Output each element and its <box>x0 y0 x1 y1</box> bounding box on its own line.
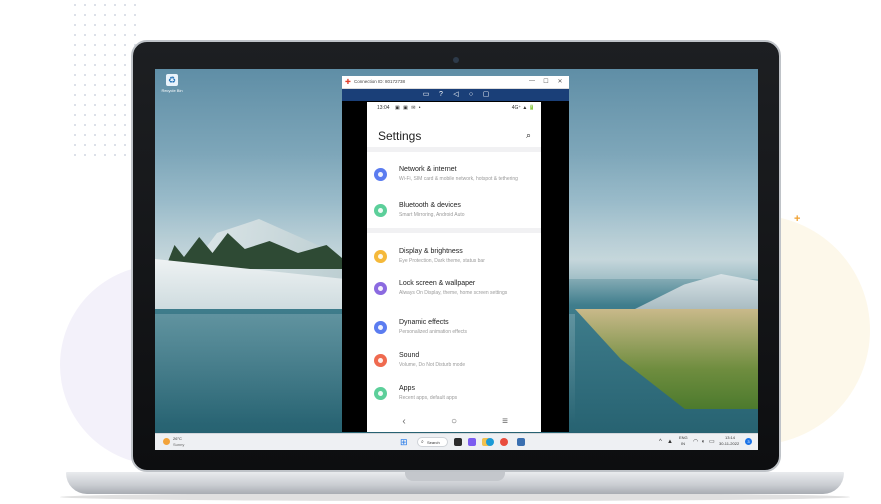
window-toolbar: ▭ ? ◁ ○ ▢ <box>342 89 569 101</box>
bluetooth-icon <box>374 204 387 217</box>
app-logo-icon: ✚ <box>345 79 351 86</box>
remote-window: ✚ Connection ID: 80172738 — ☐ ✕ ▭ ? ◁ ○ … <box>342 76 569 432</box>
settings-item-title: Display & brightness <box>399 248 463 255</box>
settings-item-subtitle: Always On Display, theme, home screen se… <box>399 290 508 296</box>
plus-icon: + <box>794 213 801 225</box>
section-divider <box>367 147 541 152</box>
help-icon[interactable]: ? <box>437 91 445 99</box>
phone-screen: 13:04 ▣ ▣ ✉ • 4G⁺ ▲ 🔋 Settings ⌕ Network… <box>367 102 541 432</box>
brightness-icon <box>374 250 387 263</box>
grass-shore <box>575 309 758 409</box>
settings-item-subtitle: Eye Protection, Dark theme, status bar <box>399 258 485 264</box>
chrome-icon[interactable] <box>500 438 508 446</box>
sun-icon <box>163 438 170 445</box>
language-indicator[interactable]: ENG <box>679 435 688 440</box>
recents-icon[interactable]: ▢ <box>482 91 490 99</box>
laptop-shadow <box>60 493 850 501</box>
clock-date: 30-11-2022 <box>719 441 740 446</box>
battery-icon[interactable]: ▭ <box>709 438 715 446</box>
chat-icon[interactable] <box>468 438 476 446</box>
clock-time[interactable]: 13:14 <box>725 435 735 440</box>
screen-icon[interactable]: ▭ <box>422 91 430 99</box>
close-button[interactable]: ✕ <box>555 78 565 85</box>
settings-item-title: Lock screen & wallpaper <box>399 280 476 287</box>
maximize-button[interactable]: ☐ <box>541 78 551 85</box>
status-time: 13:04 <box>377 105 390 111</box>
settings-item-subtitle: Wi-Fi, SIM card & mobile network, hotspo… <box>399 176 518 182</box>
weather-condition: Sunny <box>173 442 185 447</box>
dot-pattern <box>70 0 140 160</box>
minimize-button[interactable]: — <box>527 78 537 84</box>
phone-nav-bar: ‹ ○ ≡ <box>367 412 541 432</box>
effects-icon <box>374 321 387 334</box>
nav-back-button[interactable]: ‹ <box>397 415 411 429</box>
taskbar-search[interactable]: ⌕ Search <box>417 437 448 447</box>
recycle-bin-icon: ♻ <box>166 74 178 86</box>
nav-home-button[interactable]: ○ <box>447 415 461 429</box>
settings-item-subtitle: Recent apps, default apps <box>399 395 458 401</box>
status-bar: 13:04 ▣ ▣ ✉ • 4G⁺ ▲ 🔋 <box>367 102 541 114</box>
chevron-up-icon[interactable]: ^ <box>659 438 662 446</box>
window-title: Connection ID: 80172738 <box>354 79 406 84</box>
settings-item-subtitle: Personalized animation effects <box>399 329 468 335</box>
settings-item-title: Bluetooth & devices <box>399 202 461 209</box>
settings-item-title: Apps <box>399 385 415 392</box>
wallpaper-icon <box>374 282 387 295</box>
network-icon[interactable]: ▲ <box>667 438 673 446</box>
settings-item-subtitle: Smart Mirroring, Android Auto <box>399 212 465 218</box>
settings-item-subtitle: Volume, Do Not Disturb mode <box>399 362 466 368</box>
windows-start-icon[interactable]: ⊞ <box>400 438 408 447</box>
settings-item-title: Sound <box>399 352 420 359</box>
page: + ♻ Recycle Bin ✚ Connection ID: 8017273… <box>0 0 881 504</box>
settings-item-title: Network & internet <box>399 166 457 173</box>
status-right: 4G⁺ ▲ 🔋 <box>511 105 535 111</box>
wifi-tray-icon[interactable]: ◠ <box>693 438 698 446</box>
region-indicator: IN <box>681 441 685 446</box>
notification-badge[interactable]: 3 <box>745 438 752 445</box>
webcam-icon <box>453 57 459 63</box>
task-view-icon[interactable] <box>454 438 462 446</box>
desktop-icon-recycle-bin[interactable]: ♻ Recycle Bin <box>161 74 183 93</box>
weather-temp: 26°C <box>173 436 182 441</box>
search-icon[interactable]: ⌕ <box>526 131 535 140</box>
sound-icon <box>374 354 387 367</box>
page-title: Settings <box>378 129 422 143</box>
edge-icon[interactable] <box>486 438 494 446</box>
notification-icons: ▣ ▣ ✉ • <box>395 105 422 111</box>
back-icon[interactable]: ◁ <box>452 91 460 99</box>
wifi-icon <box>374 168 387 181</box>
desktop-screen: ♻ Recycle Bin ✚ Connection ID: 80172738 … <box>155 69 758 450</box>
window-titlebar[interactable]: ✚ Connection ID: 80172738 — ☐ ✕ <box>342 76 569 89</box>
apps-icon <box>374 387 387 400</box>
section-divider <box>367 228 541 233</box>
settings-item-title: Dynamic effects <box>399 319 449 326</box>
home-icon[interactable]: ○ <box>467 91 475 99</box>
desktop-icon-label: Recycle Bin <box>161 88 183 93</box>
search-icon: ⌕ <box>421 439 424 445</box>
nav-menu-button[interactable]: ≡ <box>498 415 512 429</box>
settings-gear-icon[interactable] <box>517 438 525 446</box>
laptop-notch <box>405 472 505 481</box>
search-label: Search <box>427 440 440 445</box>
taskbar: 26°C Sunny ⊞ ⌕ Search ^ ▲ ENG IN ◠ ◖ ▭ 1… <box>155 433 758 450</box>
mountain-right <box>635 274 758 309</box>
volume-icon[interactable]: ◖ <box>701 438 705 446</box>
